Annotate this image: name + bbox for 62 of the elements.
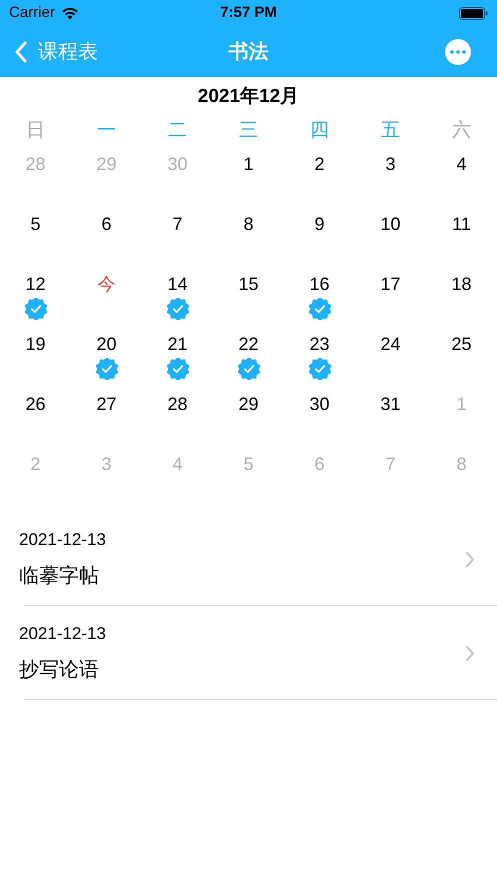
calendar-day[interactable]: 11: [452, 212, 471, 236]
carrier-label: Carrier: [9, 2, 55, 23]
calendar-day[interactable]: 7: [172, 212, 182, 236]
lesson-date: 2021-12-13: [19, 529, 106, 552]
calendar-day[interactable]: 22: [238, 332, 259, 356]
calendar-day[interactable]: 6: [101, 212, 112, 236]
calendar-day[interactable]: 17: [380, 272, 401, 296]
calendar-day[interactable]: 10: [380, 212, 401, 236]
calendar-day[interactable]: 31: [380, 392, 401, 416]
more-icon: [450, 50, 466, 54]
calendar-day[interactable]: 今: [98, 272, 116, 296]
check-badge-icon: [24, 298, 46, 320]
calendar-day[interactable]: 19: [25, 332, 46, 356]
calendar-day[interactable]: 24: [380, 332, 401, 356]
calendar-day[interactable]: 12: [25, 272, 46, 296]
calendar-day[interactable]: 16: [309, 272, 330, 296]
lesson-row[interactable]: 2021-12-13 抄写论语: [0, 606, 497, 700]
chevron-right-icon: [465, 550, 475, 568]
check-badge-icon: [308, 298, 330, 320]
chevron-right-icon: [465, 644, 475, 662]
weekday-label: 四: [310, 119, 329, 143]
calendar-day[interactable]: 28: [167, 392, 188, 416]
calendar-day[interactable]: 20: [96, 332, 117, 356]
lesson-title: 临摹字帖: [19, 564, 100, 589]
calendar-day[interactable]: 3: [385, 152, 396, 176]
wifi-icon: [60, 6, 79, 20]
calendar-day[interactable]: 2: [314, 152, 324, 176]
calendar-day[interactable]: 21: [167, 332, 188, 356]
calendar-day[interactable]: 4: [456, 152, 466, 176]
calendar-day[interactable]: 25: [451, 332, 472, 356]
month-title: 2021年12月: [198, 85, 300, 109]
weekday-label: 六: [452, 119, 471, 143]
calendar-day[interactable]: 15: [238, 272, 259, 296]
calendar-day[interactable]: 1: [243, 152, 254, 176]
lesson-title: 抄写论语: [19, 658, 100, 683]
calendar-day[interactable]: 5: [30, 212, 40, 236]
calendar-day[interactable]: 23: [309, 332, 330, 356]
calendar-day[interactable]: 27: [96, 392, 117, 416]
weekday-label: 一: [97, 119, 116, 143]
battery-icon: [459, 6, 488, 20]
calendar-day[interactable]: 29: [238, 392, 259, 416]
clock-time: 7:57 PM: [220, 2, 277, 23]
check-badge-icon: [238, 358, 260, 380]
calendar-day[interactable]: 9: [314, 212, 324, 236]
calendar-day[interactable]: 18: [451, 272, 472, 296]
lesson-row[interactable]: 2021-12-13 临摹字帖: [0, 512, 497, 606]
weekday-label: 日: [26, 119, 45, 143]
lesson-date: 2021-12-13: [19, 623, 106, 646]
check-badge-icon: [96, 358, 118, 380]
weekday-label: 二: [168, 119, 187, 143]
weekday-label: 三: [239, 119, 258, 143]
check-badge-icon: [166, 358, 188, 380]
weekday-label: 五: [381, 119, 400, 143]
more-button[interactable]: [445, 38, 471, 64]
chevron-left-icon: [14, 40, 28, 62]
check-badge-icon: [166, 298, 188, 320]
check-badge-icon: [308, 358, 330, 380]
page-title: 书法: [228, 40, 268, 64]
calendar-day[interactable]: 30: [309, 392, 330, 416]
calendar-day[interactable]: 8: [243, 212, 254, 236]
calendar-day[interactable]: 14: [167, 272, 188, 296]
calendar-day[interactable]: 26: [25, 392, 46, 416]
